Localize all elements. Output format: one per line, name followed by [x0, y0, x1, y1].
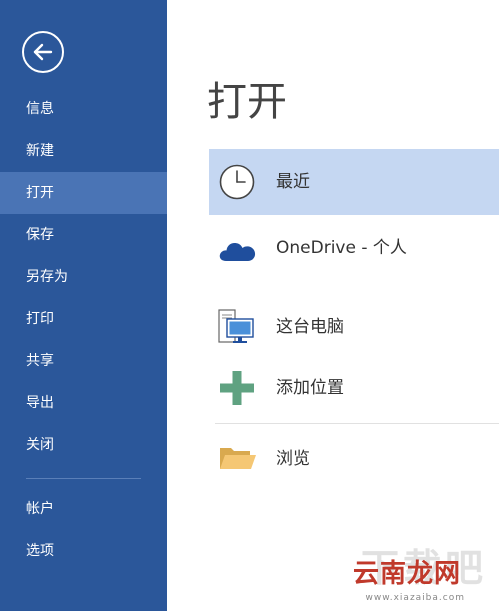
location-onedrive[interactable]: OneDrive - 个人: [209, 216, 499, 282]
location-label: 最近: [276, 172, 310, 192]
location-label: 浏览: [276, 449, 310, 469]
nav-item-save-as[interactable]: 另存为: [0, 256, 167, 298]
watermark-brand: 云南龙网: [352, 559, 461, 589]
location-label: 这台电脑: [276, 317, 344, 337]
computer-icon: [217, 307, 257, 347]
arrow-left-icon: [33, 43, 53, 61]
nav-item-options[interactable]: 选项: [0, 530, 167, 572]
plus-icon: [217, 368, 257, 408]
location-label: 添加位置: [276, 378, 344, 398]
location-add-place[interactable]: 添加位置: [209, 355, 499, 421]
location-label: OneDrive - 个人: [276, 238, 407, 258]
nav-item-print[interactable]: 打印: [0, 298, 167, 340]
nav-item-save[interactable]: 保存: [0, 214, 167, 256]
backstage-sidebar: 信息 新建 打开 保存 另存为 打印 共享 导出 关闭 帐户 选项: [0, 0, 167, 611]
sidebar-divider: [26, 478, 141, 479]
locations-divider: [215, 423, 499, 424]
nav-item-export[interactable]: 导出: [0, 382, 167, 424]
location-recent[interactable]: 最近: [209, 149, 499, 215]
location-this-pc[interactable]: 这台电脑: [209, 294, 499, 360]
watermark-url: www.xiazaiba.com: [365, 593, 465, 603]
watermark: 下载吧 云南龙网 www.xiazaiba.com: [303, 545, 493, 607]
cloud-icon: [217, 229, 257, 269]
nav-item-account[interactable]: 帐户: [0, 488, 167, 530]
nav-item-new[interactable]: 新建: [0, 130, 167, 172]
nav-item-open[interactable]: 打开: [0, 172, 167, 214]
location-browse[interactable]: 浏览: [209, 426, 499, 492]
clock-icon: [217, 162, 257, 202]
nav-item-info[interactable]: 信息: [0, 88, 167, 130]
folder-icon: [217, 439, 257, 479]
nav-item-share[interactable]: 共享: [0, 340, 167, 382]
nav-item-close[interactable]: 关闭: [0, 424, 167, 466]
page-title: 打开: [207, 79, 287, 125]
back-button[interactable]: [22, 31, 64, 73]
